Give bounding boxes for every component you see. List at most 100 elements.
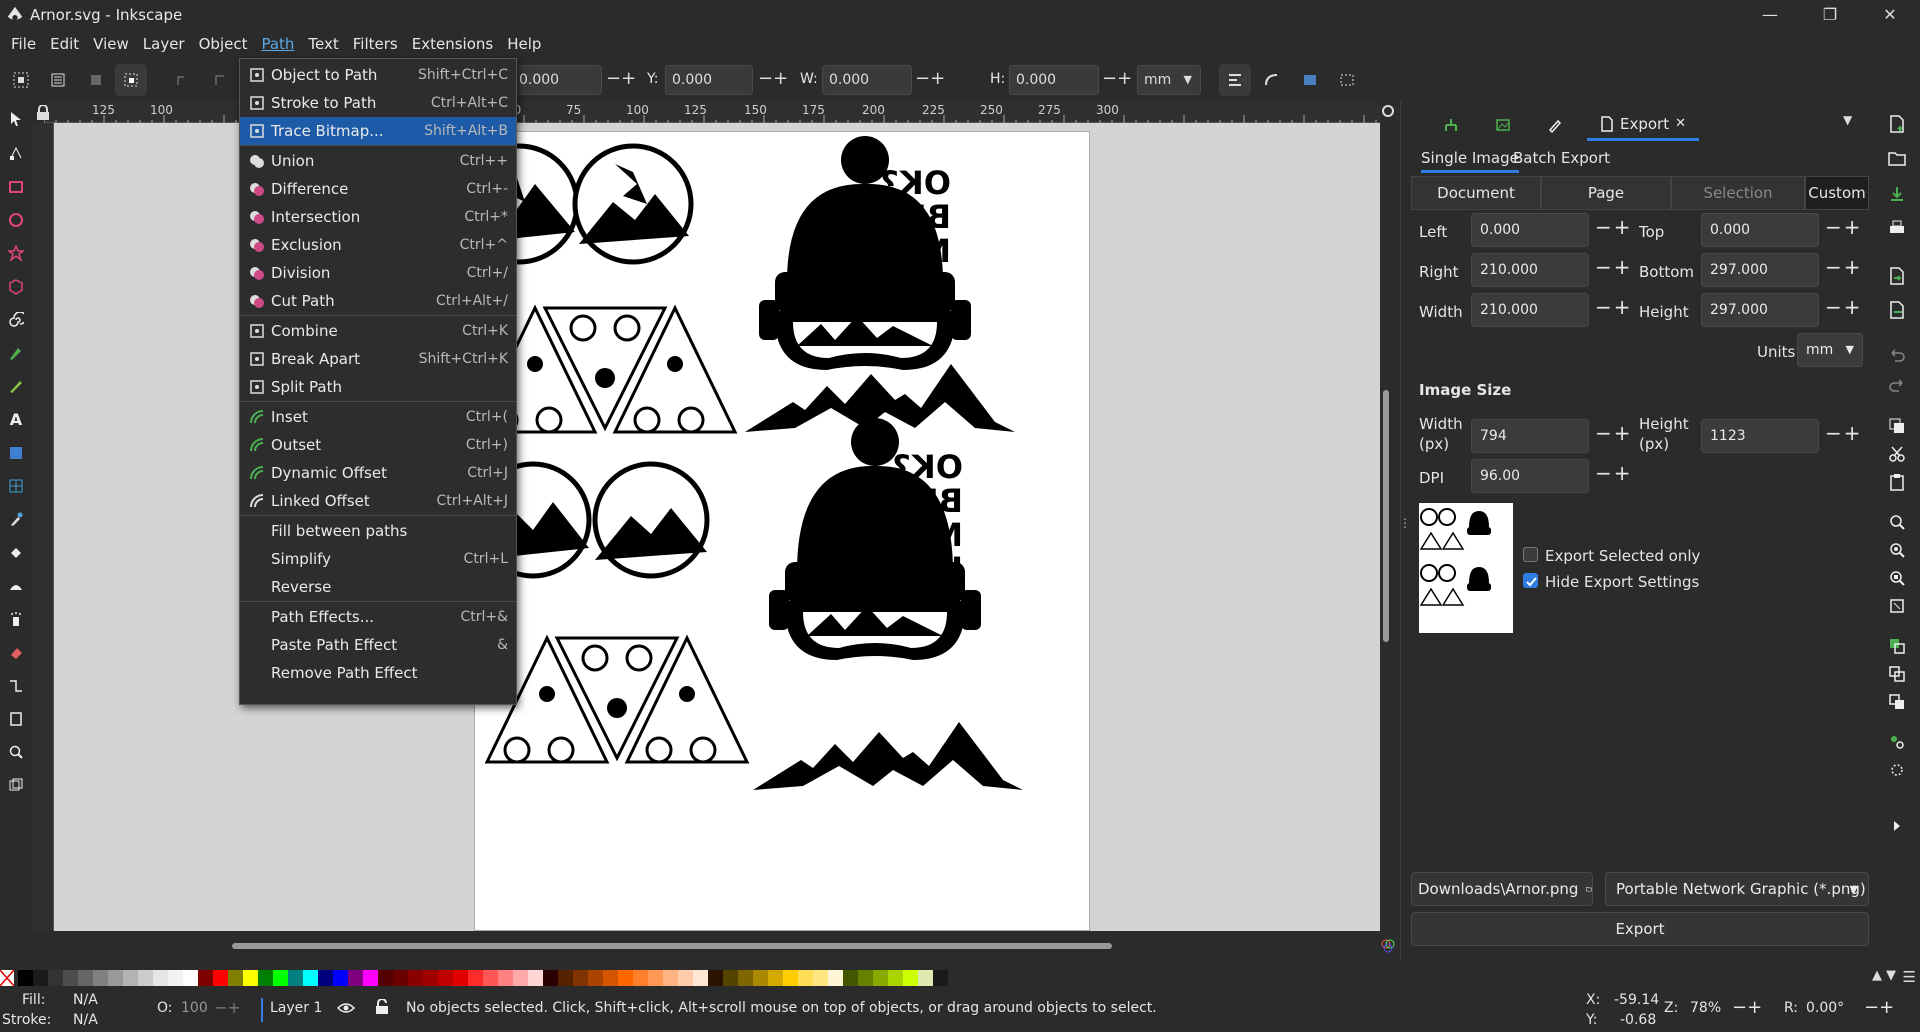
px-height-input[interactable]: 1123 <box>1701 419 1819 453</box>
zoom-page-icon[interactable] <box>1888 569 1906 587</box>
group-icon[interactable] <box>1888 733 1906 751</box>
px-height-stepper[interactable]: −+ <box>1825 421 1863 445</box>
mesh-tool-icon[interactable] <box>4 474 28 498</box>
color-swatch[interactable] <box>363 970 378 986</box>
menu-item-intersection[interactable]: Intersection Ctrl+* <box>240 203 516 231</box>
horizontal-scrollbar[interactable] <box>232 943 1112 949</box>
palette-scroll-up-icon[interactable]: ▲ <box>1872 968 1882 983</box>
open-folder-icon[interactable] <box>1888 149 1906 167</box>
color-swatch[interactable] <box>558 970 573 986</box>
color-swatch[interactable] <box>693 970 708 986</box>
dpi-stepper[interactable]: −+ <box>1595 461 1633 485</box>
pages-tool-icon[interactable] <box>4 707 28 731</box>
menu-item-union[interactable]: Union Ctrl++ <box>240 147 516 175</box>
menu-layer[interactable]: Layer <box>136 29 192 59</box>
import-icon[interactable] <box>1888 267 1906 285</box>
ungroup-icon[interactable] <box>1888 761 1906 779</box>
tab-objects[interactable] <box>1483 109 1523 141</box>
color-swatch[interactable] <box>198 970 213 986</box>
color-swatch[interactable] <box>588 970 603 986</box>
color-swatch[interactable] <box>513 970 528 986</box>
px-width-input[interactable]: 794 <box>1471 419 1589 453</box>
area-document-button[interactable]: Document <box>1411 176 1541 210</box>
color-swatch[interactable] <box>243 970 258 986</box>
left-stepper[interactable]: −+ <box>1595 215 1633 239</box>
clone-icon[interactable] <box>1888 665 1906 683</box>
dropper-tool-icon[interactable] <box>4 507 28 531</box>
y-input[interactable]: 0.000 <box>665 65 753 95</box>
dock-resize-grip[interactable]: ⋮ <box>1399 517 1411 540</box>
zoom-value[interactable]: 78% <box>1690 1000 1721 1016</box>
menu-filters[interactable]: Filters <box>346 29 405 59</box>
text-tool-icon[interactable]: A <box>4 407 28 431</box>
menu-text[interactable]: Text <box>301 29 345 59</box>
color-swatch[interactable] <box>933 970 948 986</box>
palette-scroll-down-icon[interactable]: ▼ <box>1886 968 1896 983</box>
h-stepper[interactable]: −+ <box>1102 68 1132 89</box>
opacity-input[interactable]: 100 <box>181 1000 208 1016</box>
unlock-icon[interactable] <box>375 999 389 1015</box>
menu-item-difference[interactable]: Difference Ctrl+- <box>240 175 516 203</box>
color-swatch[interactable] <box>78 970 93 986</box>
color-swatch[interactable] <box>648 970 663 986</box>
menu-object[interactable]: Object <box>192 29 255 59</box>
right-input[interactable]: 210.000 <box>1471 253 1589 287</box>
tweak-tool-icon[interactable] <box>4 574 28 598</box>
color-swatch[interactable] <box>738 970 753 986</box>
eye-icon[interactable] <box>337 1000 355 1016</box>
tab-fill-stroke[interactable] <box>1535 109 1575 141</box>
menu-help[interactable]: Help <box>500 29 548 59</box>
color-swatch[interactable] <box>438 970 453 986</box>
color-swatch[interactable] <box>318 970 333 986</box>
width-stepper[interactable]: −+ <box>1595 295 1633 319</box>
tab-batch-export[interactable]: Batch Export <box>1513 149 1610 167</box>
menu-item-simplify[interactable]: Simplify Ctrl+L <box>240 545 516 573</box>
color-swatch[interactable] <box>783 970 798 986</box>
color-swatch[interactable] <box>663 970 678 986</box>
rotation-value[interactable]: 0.00° <box>1806 1000 1844 1016</box>
unit-select[interactable]: mm ▼ <box>1137 65 1201 95</box>
selector-tool-icon[interactable] <box>4 107 28 131</box>
connector-tool-icon[interactable] <box>4 674 28 698</box>
color-swatch[interactable] <box>348 970 363 986</box>
color-swatch[interactable] <box>528 970 543 986</box>
bottom-input[interactable]: 297.000 <box>1701 253 1819 287</box>
export-selected-only-checkbox[interactable] <box>1523 547 1538 562</box>
top-stepper[interactable]: −+ <box>1825 215 1863 239</box>
color-swatch[interactable] <box>408 970 423 986</box>
left-input[interactable]: 0.000 <box>1471 213 1589 247</box>
menu-edit[interactable]: Edit <box>43 29 86 59</box>
color-swatch[interactable] <box>633 970 648 986</box>
color-swatch[interactable] <box>918 970 933 986</box>
color-swatch[interactable] <box>678 970 693 986</box>
spray-tool-icon[interactable] <box>4 607 28 631</box>
x-stepper[interactable]: −+ <box>606 68 636 89</box>
paste-icon[interactable] <box>1888 473 1906 491</box>
select-all-icon[interactable] <box>5 64 37 96</box>
folder-icon[interactable] <box>1586 882 1592 896</box>
px-width-stepper[interactable]: −+ <box>1595 421 1633 445</box>
fill-value[interactable]: N/A <box>73 992 98 1008</box>
duplicate-icon[interactable] <box>1888 637 1906 655</box>
move-patterns-icon[interactable] <box>1331 64 1363 96</box>
right-stepper[interactable]: −+ <box>1595 255 1633 279</box>
no-paint-swatch[interactable] <box>0 969 15 987</box>
vertical-ruler[interactable] <box>32 123 54 931</box>
color-swatch[interactable] <box>33 970 48 986</box>
close-tab-icon[interactable]: ✕ <box>1675 116 1686 131</box>
color-swatch[interactable] <box>153 970 168 986</box>
new-document-icon[interactable] <box>1888 115 1906 133</box>
color-swatch[interactable] <box>393 970 408 986</box>
deselect-icon[interactable] <box>80 64 112 96</box>
rotation-stepper[interactable]: −+ <box>1864 997 1894 1018</box>
color-swatch[interactable] <box>123 970 138 986</box>
stroke-value[interactable]: N/A <box>73 1012 98 1028</box>
zoom-fit-icon[interactable] <box>1888 597 1906 615</box>
pencil-tool-icon[interactable] <box>4 374 28 398</box>
color-swatch[interactable] <box>258 970 273 986</box>
color-swatch[interactable] <box>903 970 918 986</box>
menu-file[interactable]: File <box>4 29 43 59</box>
width-input[interactable]: 210.000 <box>1471 293 1589 327</box>
color-swatch[interactable] <box>723 970 738 986</box>
touch-select-icon[interactable] <box>115 64 147 96</box>
